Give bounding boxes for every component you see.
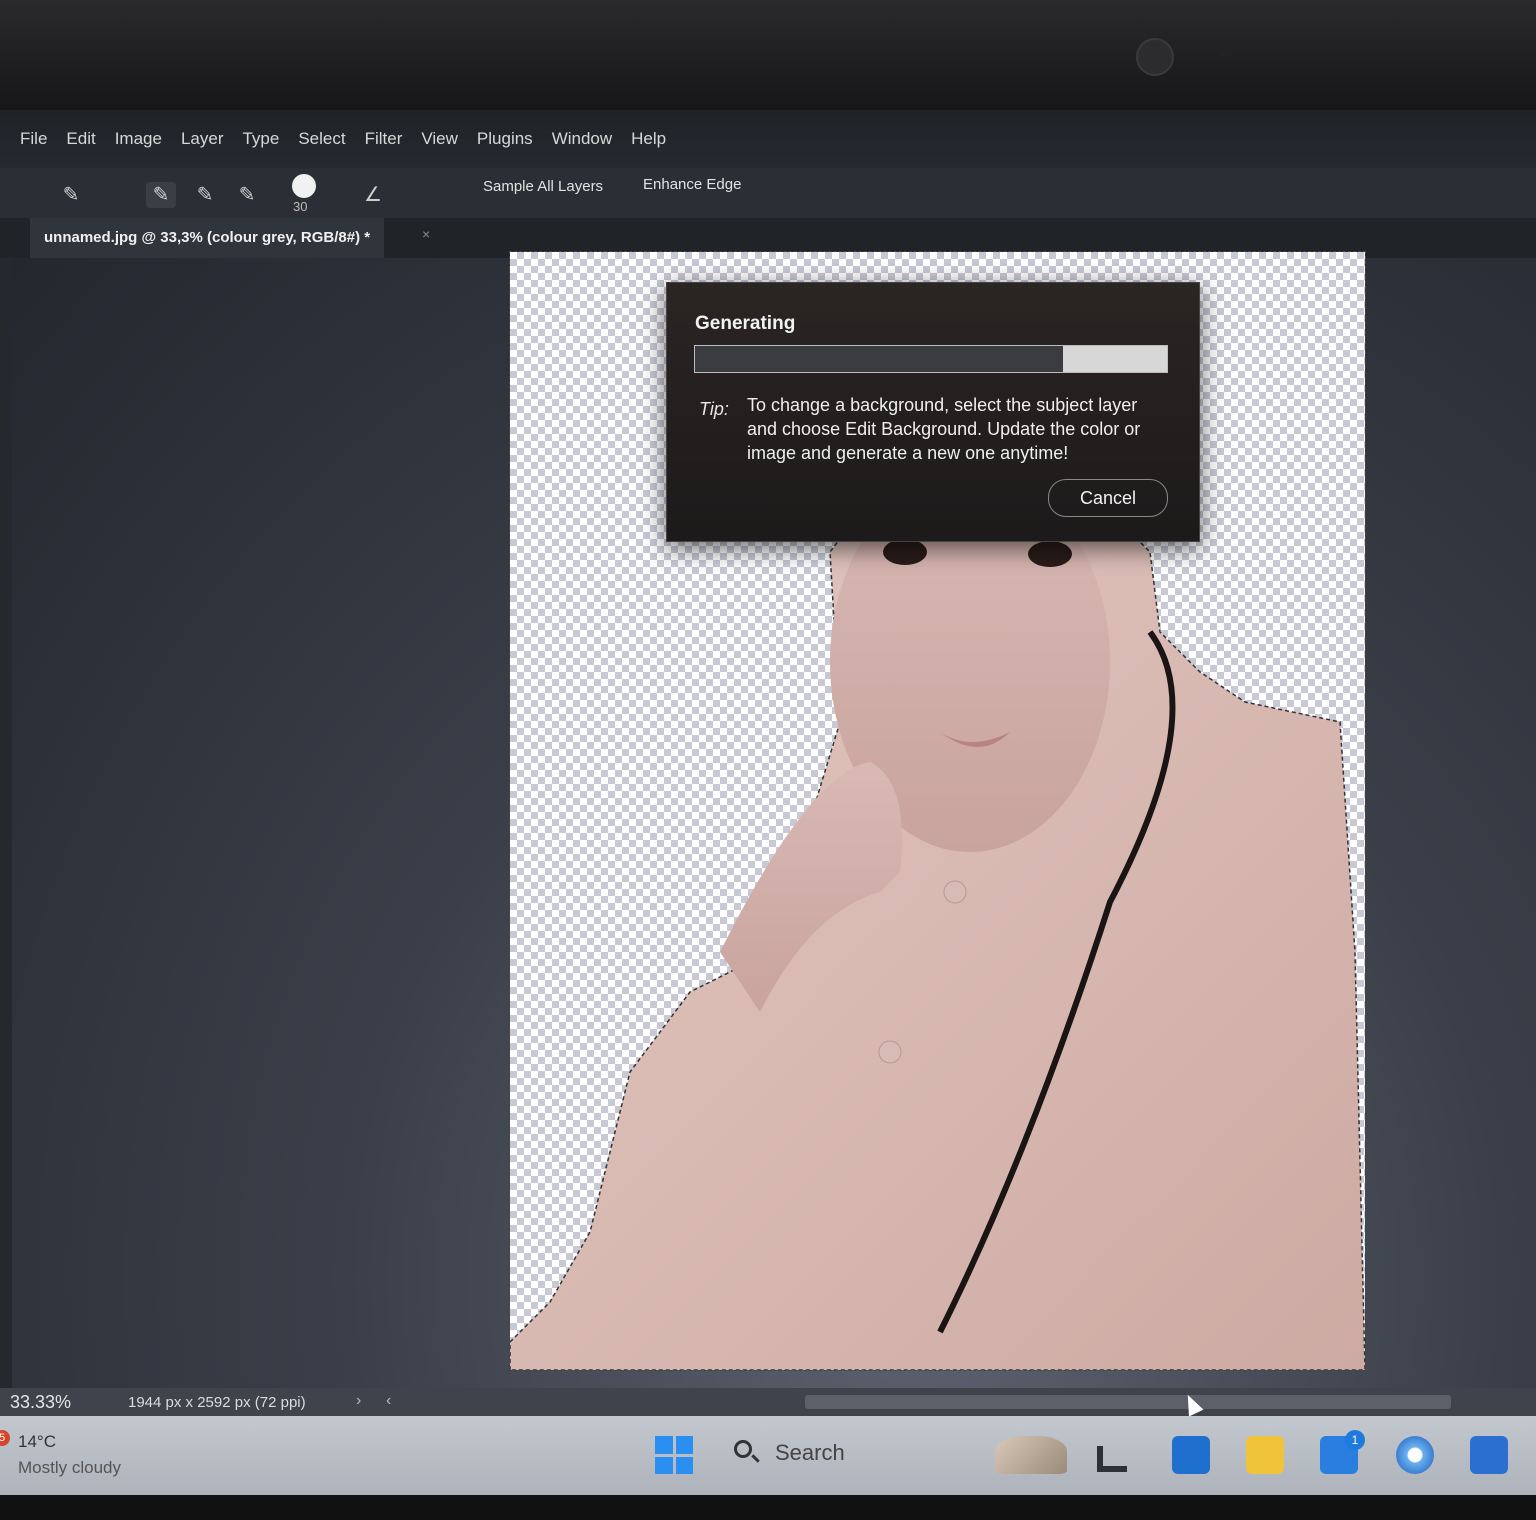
brush-angle-icon[interactable]: ∠ [358, 182, 388, 208]
tip-text: To change a background, select the subje… [747, 395, 1141, 463]
windows-start-icon[interactable] [655, 1436, 693, 1474]
menu-help[interactable]: Help [631, 129, 666, 149]
copilot-icon[interactable] [1396, 1436, 1434, 1474]
add-selection-icon[interactable]: ✎ [190, 182, 220, 208]
brush-preview[interactable] [292, 174, 316, 198]
options-bar: ✎ ✎ ✎ ✎ ∠ [0, 168, 1536, 218]
menu-edit[interactable]: Edit [66, 129, 95, 149]
outlook-icon[interactable] [1172, 1436, 1210, 1474]
progress-fill [695, 346, 1065, 372]
menu-plugins[interactable]: Plugins [477, 129, 533, 149]
sample-all-layers-checkbox[interactable]: Sample All Layers [483, 178, 603, 195]
monitor-bezel [0, 0, 1536, 122]
document-tab[interactable]: unnamed.jpg @ 33,3% (colour grey, RGB/8#… [30, 218, 385, 258]
windows-taskbar: 5 14°C Mostly cloudy Search 1 [0, 1416, 1536, 1495]
taskbar-search[interactable]: Search [775, 1440, 845, 1466]
generating-dialog: Generating Tip: To change a background, … [666, 282, 1200, 542]
progress-bar [694, 345, 1168, 373]
menu-image[interactable]: Image [115, 129, 162, 149]
subtract-selection-icon[interactable]: ✎ [232, 182, 262, 208]
search-icon[interactable] [734, 1440, 752, 1458]
weather-temperature[interactable]: 14°C [18, 1432, 56, 1452]
dialog-title: Generating [695, 313, 796, 334]
notification-badge: 1 [1345, 1430, 1365, 1450]
tip-label: Tip: [699, 399, 729, 419]
enhance-edge-checkbox[interactable]: Enhance Edge [643, 176, 741, 193]
widgets-icon[interactable] [995, 1436, 1067, 1474]
weather-description[interactable]: Mostly cloudy [18, 1458, 121, 1478]
new-selection-icon[interactable]: ✎ [146, 182, 176, 208]
menu-layer[interactable]: Layer [181, 129, 224, 149]
menu-file[interactable]: File [20, 129, 47, 149]
webcam-icon [1136, 38, 1174, 76]
menu-view[interactable]: View [421, 129, 458, 149]
horizontal-scrollbar[interactable] [805, 1395, 1451, 1409]
tools-panel[interactable] [0, 258, 12, 1388]
document-size: 1944 px x 2592 px (72 ppi) [128, 1394, 306, 1411]
zoom-level[interactable]: 33.33% [10, 1392, 71, 1413]
menu-bar: File Edit Image Layer Type Select Filter… [0, 110, 1536, 168]
file-explorer-icon[interactable] [1246, 1436, 1284, 1474]
quick-selection-icon[interactable]: ✎ [56, 182, 86, 208]
weather-badge: 5 [0, 1430, 10, 1446]
status-next-icon[interactable]: › [356, 1392, 361, 1410]
tab-close-icon[interactable]: × [422, 226, 430, 242]
app-l-icon[interactable] [1097, 1446, 1127, 1472]
menu-type[interactable]: Type [242, 129, 279, 149]
menu-filter[interactable]: Filter [365, 129, 403, 149]
progress-remaining [1063, 346, 1167, 372]
cancel-button[interactable]: Cancel [1048, 479, 1168, 517]
status-prev-icon[interactable]: ‹ [386, 1392, 391, 1410]
menu-select[interactable]: Select [298, 129, 345, 149]
status-bar: 33.33% 1944 px x 2592 px (72 ppi) › ‹ [0, 1388, 1536, 1416]
webcam-led [1219, 50, 1226, 57]
outlook-new-icon[interactable] [1470, 1436, 1508, 1474]
menu-window[interactable]: Window [552, 129, 612, 149]
brush-size: 30 [293, 199, 308, 214]
monitor-bottom-bezel [0, 1495, 1536, 1520]
